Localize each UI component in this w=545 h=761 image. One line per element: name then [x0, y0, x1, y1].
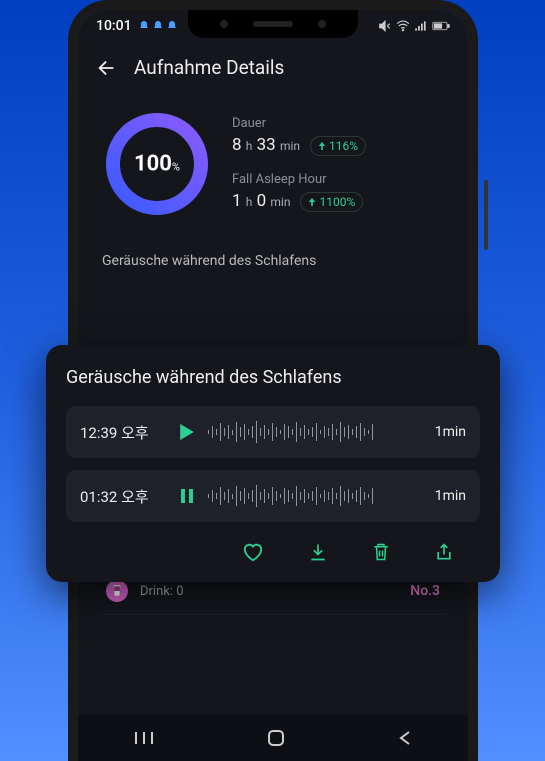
- noises-modal: Geräusche während des Schlafens 12:39 오후…: [46, 345, 500, 582]
- arrow-up-icon: [308, 198, 316, 206]
- fall-asleep-label: Fall Asleep Hour: [232, 172, 444, 187]
- notification-bell-icons: [138, 20, 178, 32]
- side-button: [484, 180, 488, 250]
- delete-button[interactable]: [372, 542, 390, 562]
- back-button[interactable]: [96, 57, 118, 79]
- page-title: Aufnahme Details: [134, 56, 284, 79]
- battery-icon: [432, 20, 450, 32]
- share-icon: [434, 542, 454, 562]
- back-arrow-icon: [96, 57, 118, 79]
- android-nav-bar: [78, 715, 468, 761]
- device-notch: [188, 10, 358, 38]
- audio-track-1[interactable]: 12:39 오후 1min: [66, 406, 480, 458]
- waveform[interactable]: [208, 484, 414, 508]
- audio-track-2[interactable]: 01:32 오후 1min: [66, 470, 480, 522]
- download-button[interactable]: [308, 542, 328, 562]
- trash-icon: [372, 542, 390, 562]
- share-button[interactable]: [434, 542, 454, 562]
- fall-asleep-delta: 1100%: [300, 192, 363, 212]
- drink-icon: [106, 580, 128, 602]
- mute-icon: [378, 19, 392, 33]
- pause-icon: [181, 488, 193, 504]
- track-duration: 1min: [426, 488, 466, 504]
- duration-stat: Dauer 8 h 33 min 116%: [232, 116, 444, 156]
- fall-asleep-stat: Fall Asleep Hour 1 h 0 min 1100%: [232, 172, 444, 212]
- duration-delta: 116%: [310, 136, 366, 156]
- app-header: Aufnahme Details: [78, 42, 468, 89]
- heart-icon: [242, 542, 264, 562]
- play-icon: [180, 424, 194, 440]
- play-button[interactable]: [178, 424, 196, 440]
- pause-button[interactable]: [178, 488, 196, 504]
- track-actions: [66, 534, 480, 568]
- quality-ring: 100%: [102, 109, 212, 219]
- waveform[interactable]: [208, 420, 414, 444]
- track-timestamp: 12:39 오후: [80, 422, 166, 443]
- duration-label: Dauer: [232, 116, 444, 131]
- rank-badge: No.3: [410, 583, 440, 599]
- track-timestamp: 01:32 오후: [80, 486, 166, 507]
- home-button[interactable]: [267, 729, 285, 747]
- download-icon: [308, 542, 328, 562]
- stats-summary: 100% Dauer 8 h 33 min 116% Fall Asleep H…: [78, 89, 468, 229]
- noises-section-title: Geräusche während des Schlafens: [78, 229, 468, 277]
- arrow-up-icon: [318, 142, 326, 150]
- nav-back-button[interactable]: [398, 730, 412, 746]
- status-time: 10:01: [96, 18, 132, 34]
- track-duration: 1min: [426, 424, 466, 440]
- wifi-icon: [396, 19, 410, 33]
- favorite-button[interactable]: [242, 542, 264, 562]
- recents-button[interactable]: [134, 730, 154, 746]
- quality-percent: 100: [134, 152, 172, 177]
- signal-icon: [414, 19, 428, 33]
- modal-title: Geräusche während des Schlafens: [66, 367, 480, 388]
